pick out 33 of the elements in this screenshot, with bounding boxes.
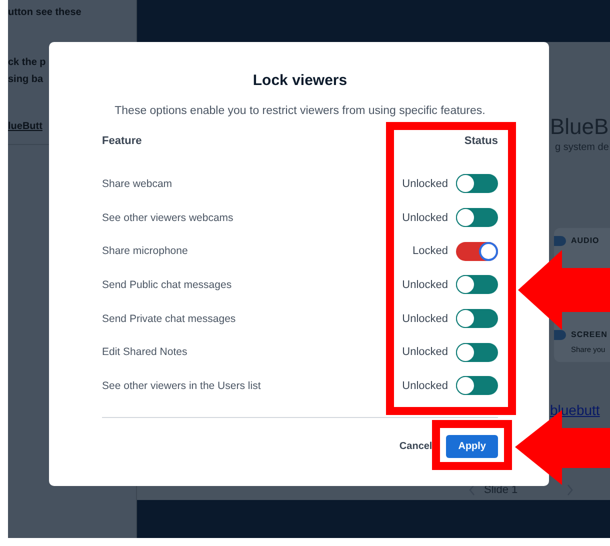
- lock-toggle[interactable]: [456, 275, 498, 294]
- feature-label: Send Public chat messages: [102, 278, 232, 291]
- column-header: Status: [464, 135, 498, 147]
- lock-toggle[interactable]: [456, 309, 498, 328]
- dialog-description: These options enable you to restrict viewers from using specific features.: [114, 105, 486, 117]
- status-label: Unlocked: [402, 212, 448, 224]
- status-label: Locked: [412, 245, 448, 258]
- status-label: Unlocked: [402, 346, 448, 358]
- feature-label: See other viewers webcams: [102, 212, 234, 224]
- dialog-title: Lock viewers: [252, 72, 348, 89]
- status-label: Unlocked: [402, 178, 448, 190]
- status-label: Unlocked: [402, 278, 448, 291]
- apply-button[interactable]: Apply: [446, 434, 498, 458]
- cancel-button[interactable]: Cancel: [399, 434, 432, 458]
- lock-toggle[interactable]: [456, 376, 498, 396]
- card-title: AUDIO: [571, 236, 600, 245]
- lock-toggle[interactable]: [456, 208, 498, 228]
- feature-label: See other viewers in the Users list: [102, 380, 261, 392]
- status-label: Unlocked: [402, 312, 448, 325]
- feature-label: Edit Shared Notes: [102, 346, 188, 358]
- lock-toggle[interactable]: [456, 242, 498, 261]
- lock-toggle[interactable]: [456, 174, 498, 194]
- status-label: Unlocked: [402, 380, 448, 392]
- feature-label: Share microphone: [102, 245, 188, 258]
- chevron-left-icon[interactable]: [468, 484, 476, 496]
- sidebar-text: utton see these: [8, 6, 82, 20]
- sidebar-text: ck the p: [8, 56, 47, 70]
- card-title: SCREEN: [571, 330, 608, 339]
- lock-toggle[interactable]: [456, 342, 498, 362]
- column-header: Feature: [102, 135, 142, 147]
- feature-label: Send Private chat messages: [102, 312, 236, 325]
- feature-label: Share webcam: [102, 178, 172, 190]
- sidebar-text: sing ba: [8, 73, 44, 87]
